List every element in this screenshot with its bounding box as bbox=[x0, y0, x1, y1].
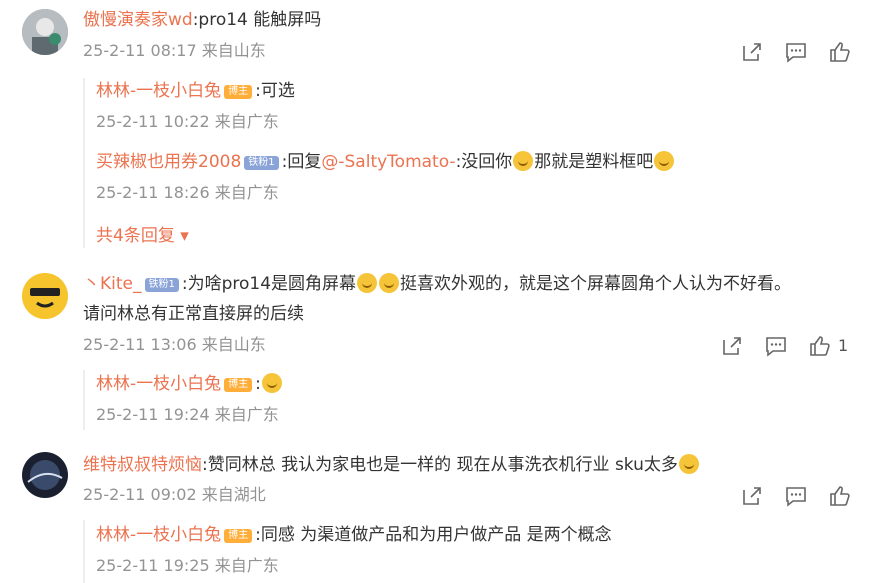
emoji-icon bbox=[379, 273, 400, 293]
reply-author[interactable]: 买辣椒也用券2008 bbox=[96, 152, 241, 172]
reply-divider bbox=[83, 520, 85, 583]
reply-meta: 25-2-11 18:26 来自广东 bbox=[96, 183, 279, 202]
like-icon[interactable] bbox=[808, 334, 832, 358]
comment-text: 维特叔叔特烦恼:赞同林总 我认为家电也是一样的 现在从事洗衣机行业 sku太多 bbox=[83, 453, 700, 477]
like-count: 1 bbox=[838, 336, 849, 355]
comment-author[interactable]: 维特叔叔特烦恼 bbox=[83, 455, 202, 475]
reply-meta: 25-2-11 19:25 来自广东 bbox=[96, 556, 279, 575]
emoji-icon bbox=[513, 151, 534, 171]
reply-author[interactable]: 林林-一枝小白兔 bbox=[96, 81, 221, 101]
reply-divider bbox=[83, 370, 85, 430]
comment-body: :pro14 能触屏吗 bbox=[192, 10, 322, 30]
emoji-icon bbox=[261, 373, 282, 393]
fan-badge: 铁粉1 bbox=[244, 156, 279, 170]
reply-text: 买辣椒也用券2008 铁粉1:回复@-SaltyTomato-:没回你 那就是塑料框… bbox=[96, 150, 675, 174]
comment-icon[interactable] bbox=[764, 334, 788, 358]
reply-body: :没回你 bbox=[455, 152, 513, 172]
reply-meta: 25-2-11 10:22 来自广东 bbox=[96, 112, 279, 131]
avatar[interactable] bbox=[22, 9, 68, 55]
reply-divider bbox=[83, 78, 85, 248]
comment-meta: 25-2-11 08:17 来自山东 bbox=[83, 41, 266, 60]
reply-body: : bbox=[255, 374, 261, 394]
like-icon[interactable] bbox=[828, 40, 852, 64]
reply-body: :可选 bbox=[255, 81, 295, 101]
comment-meta: 25-2-11 13:06 来自山东 bbox=[83, 335, 266, 354]
share-icon[interactable] bbox=[740, 40, 764, 64]
reply-body: :同感 为渠道做产品和为用户做产品 是两个概念 bbox=[255, 525, 612, 545]
like-icon[interactable] bbox=[828, 484, 852, 508]
avatar[interactable] bbox=[22, 273, 68, 319]
comment-text: 傲慢演奏家wd:pro14 能触屏吗 bbox=[83, 8, 321, 32]
reply-author[interactable]: 林林-一枝小白兔 bbox=[96, 374, 221, 394]
reply-meta: 25-2-11 19:24 来自广东 bbox=[96, 405, 279, 424]
emoji-icon bbox=[678, 454, 699, 474]
more-replies-link[interactable]: 共4条回复 ▾ bbox=[96, 221, 189, 246]
comment-author[interactable]: 傲慢演奏家wd bbox=[83, 10, 193, 30]
mention-link[interactable]: @-SaltyTomato- bbox=[321, 152, 455, 172]
comment-body: :赞同林总 我认为家电也是一样的 现在从事洗衣机行业 sku太多 bbox=[202, 455, 678, 475]
comment-body: :为啥pro14是圆角屏幕 bbox=[181, 274, 357, 294]
emoji-icon bbox=[654, 151, 675, 171]
author-badge: 博主 bbox=[224, 85, 253, 99]
reply-text: 林林-一枝小白兔 博主:可选 bbox=[96, 79, 295, 103]
share-icon[interactable] bbox=[720, 334, 744, 358]
comment-icon[interactable] bbox=[784, 40, 808, 64]
fan-badge: 铁粉1 bbox=[144, 278, 179, 292]
share-icon[interactable] bbox=[740, 484, 764, 508]
reply-body: :回复 bbox=[281, 152, 322, 172]
comment-text: 丶Kite_ 铁粉1:为啥pro14是圆角屏幕 挺喜欢外观的，就是这个屏幕圆角个人认… bbox=[83, 272, 791, 296]
reply-author[interactable]: 林林-一枝小白兔 bbox=[96, 525, 221, 545]
author-badge: 博主 bbox=[224, 529, 253, 543]
author-badge: 博主 bbox=[224, 378, 253, 392]
reply-text: 林林-一枝小白兔 博主:同感 为渠道做产品和为用户做产品 是两个概念 bbox=[96, 523, 612, 547]
emoji-icon bbox=[357, 273, 378, 293]
comment-icon[interactable] bbox=[784, 484, 808, 508]
avatar[interactable] bbox=[22, 452, 68, 498]
reply-body: 那就是塑料框吧 bbox=[534, 152, 654, 172]
reply-text: 林林-一枝小白兔 博主: bbox=[96, 372, 283, 396]
comment-author[interactable]: 丶Kite_ bbox=[83, 274, 142, 294]
comment-text-cont: 请问林总有正常直接屏的后续 bbox=[83, 304, 304, 324]
comment-meta: 25-2-11 09:02 来自湖北 bbox=[83, 485, 266, 504]
comment-body: 挺喜欢外观的，就是这个屏幕圆角个人认为不好看。 bbox=[400, 274, 792, 294]
